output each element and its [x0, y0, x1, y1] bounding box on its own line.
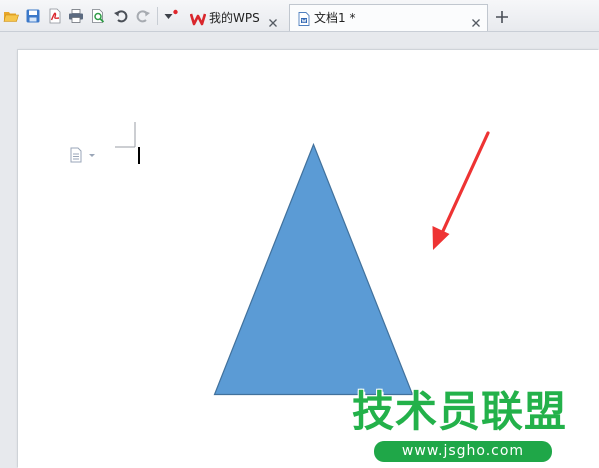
annotation-arrow — [432, 131, 490, 250]
print-icon[interactable] — [68, 8, 84, 24]
undo-icon[interactable] — [113, 8, 129, 24]
export-pdf-icon[interactable] — [47, 8, 63, 24]
toolbar-separator — [157, 7, 158, 25]
customize-toolbar-icon[interactable] — [163, 8, 179, 24]
print-preview-icon[interactable] — [90, 8, 106, 24]
tab-document-1[interactable]: 文档1 * — [289, 4, 488, 31]
tab-my-wps[interactable]: 我的WPS — [183, 4, 285, 31]
title-bar: 我的WPS 文档1 * — [0, 0, 599, 32]
save-icon[interactable] — [25, 8, 41, 24]
triangle-shape[interactable] — [213, 142, 414, 396]
close-icon[interactable] — [267, 12, 279, 27]
watermark-url: www.jsgho.com — [374, 441, 552, 462]
new-tab-button[interactable] — [495, 9, 509, 23]
writer-document-icon — [296, 10, 312, 26]
tab-label: 文档1 * — [314, 11, 356, 25]
open-folder-icon[interactable] — [3, 8, 19, 24]
tab-label: 我的WPS — [209, 11, 260, 25]
close-icon[interactable] — [470, 12, 482, 27]
redo-icon[interactable] — [135, 8, 151, 24]
watermark-title: 技术员联盟 — [352, 387, 568, 436]
wps-logo-icon — [189, 10, 207, 26]
